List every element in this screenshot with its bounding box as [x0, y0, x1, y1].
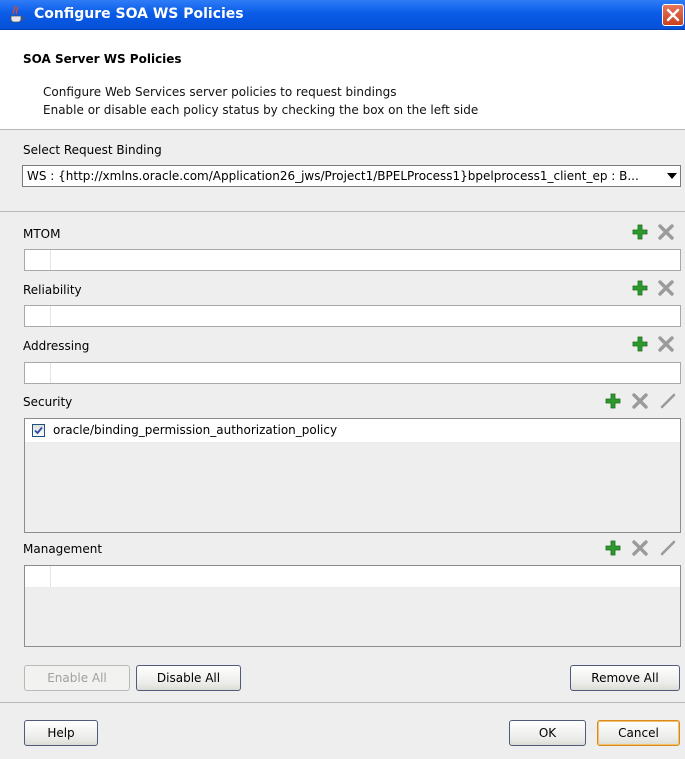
addressing-policy-list[interactable]: [24, 362, 681, 384]
header-title: SOA Server WS Policies: [23, 52, 182, 66]
chevron-down-icon[interactable]: [666, 171, 678, 181]
close-icon: [666, 8, 680, 22]
plus-icon[interactable]: [631, 335, 649, 353]
reliability-label: Reliability: [23, 283, 82, 297]
ok-button[interactable]: OK: [509, 720, 586, 746]
reliability-policy-list[interactable]: [24, 305, 681, 327]
list-item[interactable]: [25, 566, 680, 588]
mtom-policy-list[interactable]: [24, 249, 681, 271]
reliability-checkbox-column: [25, 306, 51, 326]
management-checkbox-column: [25, 566, 51, 587]
mtom-label: MTOM: [23, 227, 61, 241]
header-panel: SOA Server WS Policies Configure Web Ser…: [0, 30, 685, 130]
binding-label: Select Request Binding: [23, 143, 162, 157]
cancel-button[interactable]: Cancel: [597, 720, 680, 746]
plus-icon[interactable]: [604, 539, 622, 557]
pencil-icon[interactable]: [659, 539, 677, 557]
list-item[interactable]: oracle/binding_permission_authorization_…: [25, 419, 680, 443]
enable-all-button[interactable]: Enable All: [24, 665, 130, 691]
policy-checkbox[interactable]: [32, 424, 45, 437]
dialog-window: Configure SOA WS Policies SOA Server WS …: [0, 0, 685, 759]
binding-dropdown[interactable]: WS : {http://xmlns.oracle.com/Applicatio…: [22, 165, 681, 187]
title-bar[interactable]: Configure SOA WS Policies: [0, 0, 685, 30]
security-label: Security: [23, 395, 73, 409]
plus-icon[interactable]: [604, 392, 622, 410]
plus-icon[interactable]: [631, 279, 649, 297]
disable-all-button[interactable]: Disable All: [136, 665, 241, 691]
x-icon[interactable]: [657, 279, 675, 297]
remove-all-button[interactable]: Remove All: [570, 665, 680, 691]
plus-icon[interactable]: [631, 223, 649, 241]
management-label: Management: [23, 542, 103, 556]
window-title: Configure SOA WS Policies: [34, 6, 244, 22]
addressing-label: Addressing: [23, 339, 90, 353]
binding-selected-value: WS : {http://xmlns.oracle.com/Applicatio…: [27, 169, 639, 183]
close-button[interactable]: [662, 4, 684, 26]
header-description-line-1: Configure Web Services server policies t…: [43, 85, 397, 99]
section-divider: [0, 211, 685, 212]
mtom-checkbox-column: [25, 250, 51, 270]
header-description-line-2: Enable or disable each policy status by …: [43, 103, 479, 117]
x-icon[interactable]: [657, 223, 675, 241]
management-policy-list[interactable]: [24, 565, 681, 647]
security-policy-list[interactable]: oracle/binding_permission_authorization_…: [24, 418, 681, 533]
x-icon[interactable]: [631, 539, 649, 557]
x-icon[interactable]: [631, 392, 649, 410]
footer-divider: [0, 702, 685, 703]
checkmark-icon: [34, 426, 43, 435]
policy-name: oracle/binding_permission_authorization_…: [53, 423, 338, 437]
help-button[interactable]: Help: [24, 720, 98, 746]
pencil-icon[interactable]: [659, 392, 677, 410]
addressing-checkbox-column: [25, 363, 51, 383]
x-icon[interactable]: [657, 335, 675, 353]
coffee-cup-icon: [10, 6, 25, 23]
